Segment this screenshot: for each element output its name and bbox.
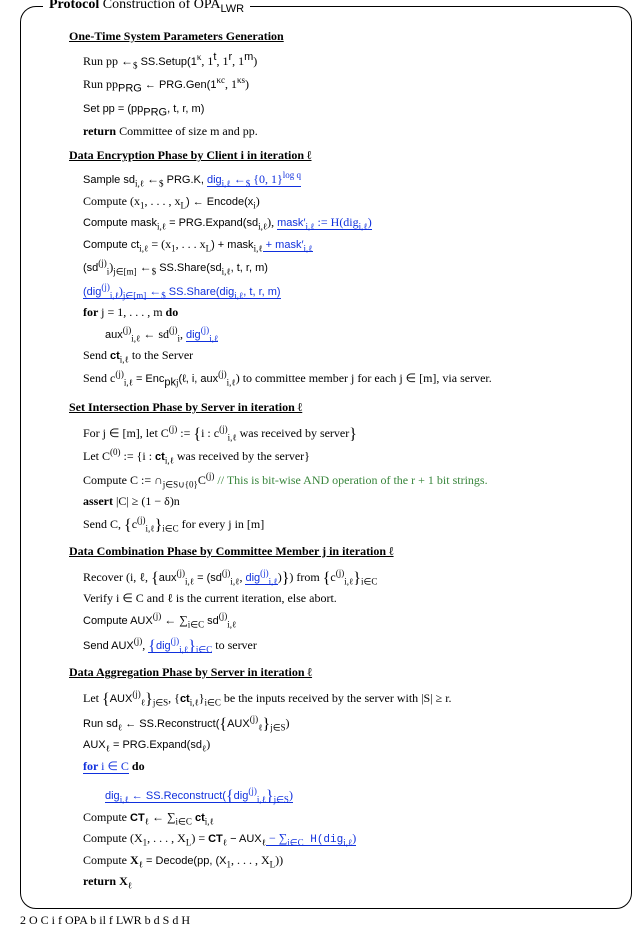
p2-l2: Compute (x1, . . . , xL) ← Encode(xi) bbox=[83, 193, 613, 212]
p5-l5: digi,ℓ ← SS.Reconstruct({dig(j)i,ℓ}j∈S) bbox=[83, 783, 613, 806]
phase4-body: Recover (i, ℓ, {aux(j)i,ℓ = (sd(j)i,ℓ, d… bbox=[69, 565, 613, 657]
p5-l6: Compute CTℓ ← ∑i∈C cti,ℓ bbox=[83, 809, 613, 828]
p5-l3: AUXℓ = PRG.Expand(sdℓ) bbox=[83, 736, 613, 755]
p4-l2: Verify i ∈ C and ℓ is the current iterat… bbox=[83, 590, 613, 607]
p3-l5: Send C, {c(j)i,ℓ}i∈C for every j in [m] bbox=[83, 512, 613, 535]
p2-l8: aux(j)i,ℓ ← sd(j)i, dig(j)i,ℓ bbox=[83, 324, 613, 345]
p1-l3: Set pp = (ppPRG, t, r, m) bbox=[83, 100, 613, 121]
p2-l3: Compute maski,ℓ = PRG.Expand(sdi,ℓ), mas… bbox=[83, 214, 613, 233]
p5-l8: Compute Xℓ = Decode(pp, (X1, . . . , XL)… bbox=[83, 852, 613, 871]
phase2-body: Sample sdi,ℓ ←$ PRG.K, digi,ℓ ←$ {0, 1}l… bbox=[69, 169, 613, 391]
p1-l1: Run pp ←$ SS.Setup(1κ, 1t, 1r, 1m) bbox=[83, 50, 613, 72]
p5-l9: return Xℓ bbox=[83, 873, 613, 892]
p4-l1: Recover (i, ℓ, {aux(j)i,ℓ = (sd(j)i,ℓ, d… bbox=[83, 565, 613, 588]
p5-l4: for i ∈ C do bbox=[83, 758, 613, 775]
phase1-body: Run pp ←$ SS.Setup(1κ, 1t, 1r, 1m) Run p… bbox=[69, 50, 613, 140]
phase5-body: Let {AUX(j)ℓ}j∈S, {cti,ℓ}i∈C be the inpu… bbox=[69, 686, 613, 893]
phase4-header: Data Combination Phase by Committee Memb… bbox=[69, 544, 613, 559]
p4-l3: Compute AUX(j) ← ∑i∈C sd(j)i,ℓ bbox=[83, 610, 613, 631]
title-rest: Construction of OPA bbox=[99, 0, 220, 12]
protocol-title: Protocol Construction of OPALWR bbox=[43, 0, 250, 15]
p2-l5: (sd(j)i)j∈[m] ←$ SS.Share(sdi,ℓ, t, r, m… bbox=[83, 257, 613, 278]
protocol-box: Protocol Construction of OPALWR One-Time… bbox=[20, 6, 632, 909]
p1-l2: Run ppPRG ← PRG.Gen(1κc, 1κs) bbox=[83, 74, 613, 97]
phase5-header: Data Aggregation Phase by Server in iter… bbox=[69, 665, 613, 680]
p3-l4: assert |C| ≥ (1 − δ)n bbox=[83, 493, 613, 510]
p3-l2: Let C(0) := {i : cti,ℓ was received by t… bbox=[83, 446, 613, 467]
protocol-content: One-Time System Parameters Generation Ru… bbox=[21, 7, 631, 898]
title-bold: Protocol bbox=[49, 0, 99, 12]
p2-l9: Send cti,ℓ to the Server bbox=[83, 347, 613, 366]
p2-l10: Send c(j)i,ℓ = Encpkj(ℓ, i, aux(j)i,ℓ) t… bbox=[83, 368, 613, 391]
p2-l7: for j = 1, . . . , m do bbox=[83, 304, 613, 321]
phase3-header: Set Intersection Phase by Server in iter… bbox=[69, 400, 613, 415]
p3-l1: For j ∈ [m], let C(j) := {i : c(j)i,ℓ wa… bbox=[83, 421, 613, 444]
phase3-body: For j ∈ [m], let C(j) := {i : c(j)i,ℓ wa… bbox=[69, 421, 613, 536]
phase2-header: Data Encryption Phase by Client i in ite… bbox=[69, 148, 613, 163]
p5-l1: Let {AUX(j)ℓ}j∈S, {cti,ℓ}i∈C be the inpu… bbox=[83, 686, 613, 709]
p1-l4: return Committee of size m and pp. bbox=[83, 123, 613, 140]
p2-l1: Sample sdi,ℓ ←$ PRG.K, digi,ℓ ←$ {0, 1}l… bbox=[83, 169, 613, 190]
p5-l2: Run sdℓ ← SS.Reconstruct({AUX(j)ℓ}j∈S) bbox=[83, 711, 613, 734]
p2-l4: Compute cti,ℓ = (x1, . . . xL) + maski,ℓ… bbox=[83, 236, 613, 255]
title-sub: LWR bbox=[221, 3, 245, 15]
p5-l7: Compute (X1, . . . , XL) = CTℓ − AUXℓ − … bbox=[83, 830, 613, 849]
caption-cutoff: 2 O C i f OPA b il f LWR b d S d H bbox=[20, 913, 632, 928]
p3-l3: Compute C := ∩j∈S∪{0}C(j) // This is bit… bbox=[83, 470, 613, 491]
phase1-header: One-Time System Parameters Generation bbox=[69, 29, 613, 44]
p2-l6: (dig(j)i,ℓ)j∈[m] ←$ SS.Share(digi,ℓ, t, … bbox=[83, 281, 613, 302]
p4-l4: Send AUX(j), {dig(j)i,ℓ}i∈C to server bbox=[83, 633, 613, 656]
